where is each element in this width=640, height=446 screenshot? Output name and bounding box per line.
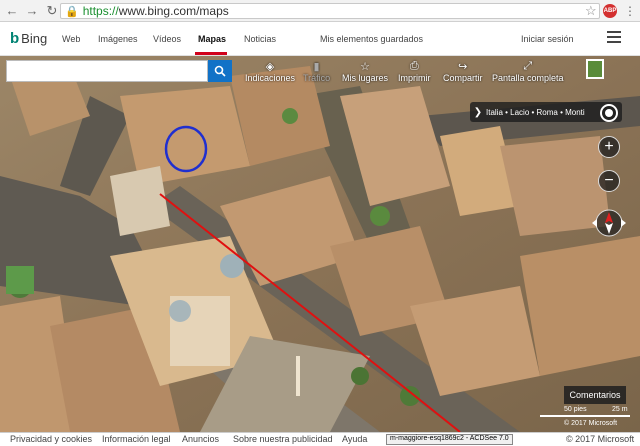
my-places-label: Mis lugares	[342, 73, 389, 83]
map-copyright: © 2017 Microsoft	[564, 420, 618, 427]
locate-me-icon[interactable]	[600, 104, 618, 122]
search-input[interactable]	[6, 60, 208, 82]
traffic-icon: ▮	[313, 61, 320, 73]
browser-toolbar: ← → ↻ 🔒 https:// www.bing.com/maps ☆ ABP…	[0, 0, 640, 22]
adblock-icon[interactable]: ABP	[603, 4, 617, 18]
bing-b-icon: b	[10, 30, 20, 47]
nav-images[interactable]: Imágenes	[98, 34, 138, 44]
share-button[interactable]: ↪ Compartir	[443, 60, 483, 83]
bing-logo-text: Bing	[21, 31, 48, 46]
help-link[interactable]: Ayuda	[342, 434, 367, 444]
zoom-out-button[interactable]: −	[598, 170, 620, 192]
compass-icon[interactable]	[590, 208, 628, 238]
bing-header: b Bing Web Imágenes Vídeos Mapas Noticia…	[0, 22, 640, 56]
directions-label: Indicaciones	[245, 73, 296, 83]
address-bar[interactable]: 🔒 https:// www.bing.com/maps	[60, 3, 600, 19]
privacy-link[interactable]: Privacidad y cookies	[10, 434, 92, 444]
zoom-in-button[interactable]: +	[598, 136, 620, 158]
breadcrumb-text: Italia • Lacio • Roma • Monti	[486, 107, 585, 117]
back-icon[interactable]: ←	[4, 3, 20, 19]
nav-maps[interactable]: Mapas	[198, 34, 226, 44]
map-scale: 50 pies 25 m	[540, 406, 632, 418]
about-ads-link[interactable]: Sobre nuestra publicidad	[233, 434, 333, 444]
scale-feet: 50 pies	[564, 406, 587, 413]
lock-icon: 🔒	[65, 5, 79, 18]
search-button[interactable]	[208, 60, 232, 82]
share-label: Compartir	[443, 73, 483, 83]
map-canvas[interactable]: ◈ Indicaciones ▮ Tráfico ☆ Mis lugares ⎙…	[0, 56, 640, 432]
traffic-label: Tráfico	[303, 73, 331, 83]
scale-meters: 25 m	[612, 406, 628, 413]
reload-icon[interactable]: ↻	[44, 3, 60, 19]
my-places-button[interactable]: ☆ Mis lugares	[342, 60, 388, 83]
print-icon: ⎙	[409, 60, 419, 72]
hamburger-menu-icon[interactable]	[607, 31, 621, 43]
traffic-button[interactable]: ▮ Tráfico	[303, 60, 330, 83]
signin-link[interactable]: Iniciar sesión	[521, 34, 574, 44]
browser-menu-icon[interactable]: ⋮	[624, 4, 636, 18]
feedback-button[interactable]: Comentarios	[564, 386, 626, 404]
saved-items-link[interactable]: Mis elementos guardados	[320, 34, 423, 44]
chevron-right-icon[interactable]: ❯	[470, 107, 486, 118]
streetside-icon[interactable]	[586, 59, 604, 79]
fullscreen-label: Pantalla completa	[492, 73, 564, 83]
url-scheme: https://	[82, 4, 119, 18]
fullscreen-icon: ⤢	[523, 60, 533, 72]
print-label: Imprimir	[398, 73, 431, 83]
url-host: www.bing.com/maps	[118, 4, 229, 18]
search-icon	[214, 65, 226, 77]
print-button[interactable]: ⎙ Imprimir	[398, 60, 431, 83]
nav-news[interactable]: Noticias	[244, 34, 276, 44]
directions-button[interactable]: ◈ Indicaciones	[245, 60, 295, 83]
footer-copyright: © 2017 Microsoft	[566, 434, 635, 444]
bing-logo[interactable]: b Bing	[10, 30, 47, 47]
acdsee-taskbar-tooltip: m-maggiore-esq1869c2 - ACDSee 7.0	[386, 434, 513, 445]
nav-web[interactable]: Web	[62, 34, 80, 44]
nav-videos[interactable]: Vídeos	[153, 34, 181, 44]
directions-icon: ◈	[265, 61, 275, 73]
active-tab-indicator	[195, 52, 227, 55]
legal-link[interactable]: Información legal	[102, 434, 171, 444]
ads-link[interactable]: Anuncios	[182, 434, 219, 444]
forward-icon[interactable]: →	[24, 3, 40, 19]
star-icon: ☆	[360, 61, 370, 73]
fullscreen-button[interactable]: ⤢ Pantalla completa	[492, 60, 564, 83]
footer: Privacidad y cookies Información legal A…	[0, 432, 640, 446]
bookmark-star-icon[interactable]: ☆	[585, 3, 597, 19]
scale-line	[540, 415, 630, 417]
share-icon: ↪	[458, 61, 468, 73]
